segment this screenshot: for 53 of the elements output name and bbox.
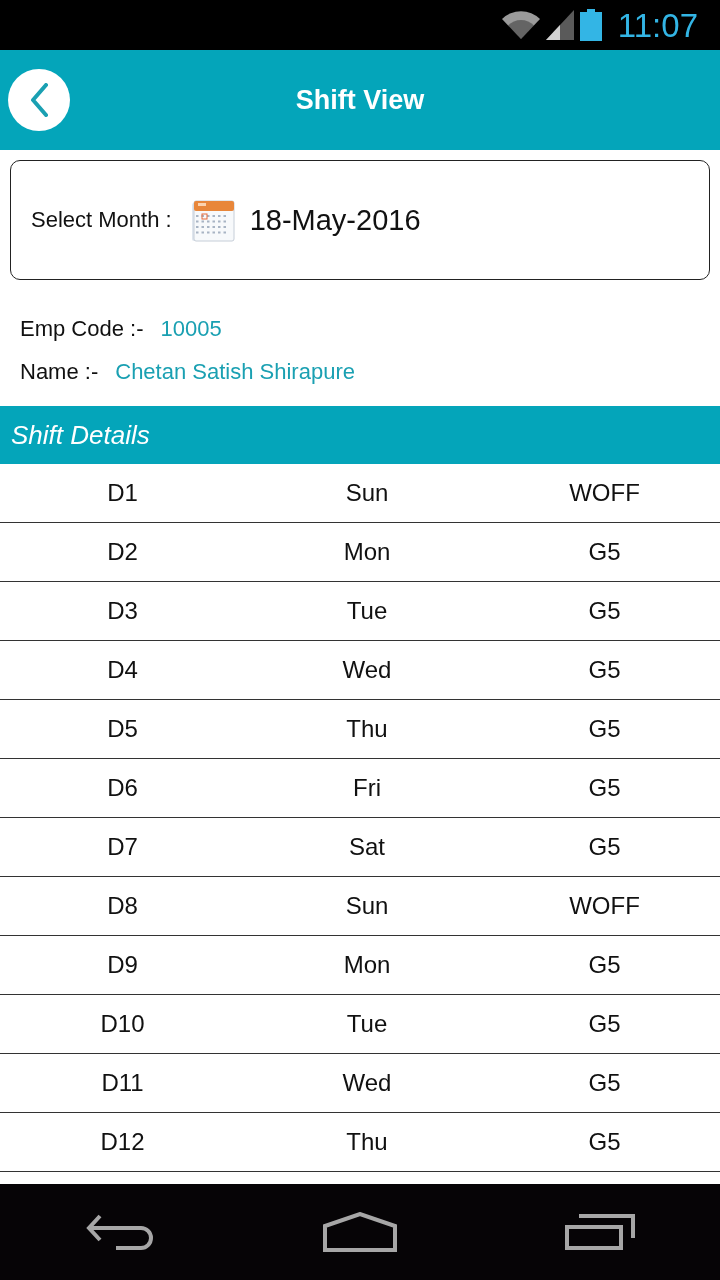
table-cell: D12 [100,1128,145,1156]
table-cell: Wed [342,656,392,684]
table-cell: Thu [346,1128,388,1156]
field-label: Name :- [20,358,99,385]
table-cell: WOFF [569,479,640,507]
table-cell: WOFF [569,892,640,920]
table-cell: D1 [107,479,138,507]
wifi-icon [501,11,540,39]
table-cell: D10 [100,1010,145,1038]
table-cell: G5 [588,1069,621,1097]
table-cell: D8 [107,892,138,920]
table-cell: G5 [588,1010,621,1038]
status-time: 11:07 [617,8,698,42]
table-cell: G5 [588,715,621,743]
table-cell: D3 [107,597,138,625]
table-cell: D2 [107,538,138,566]
home-icon[interactable] [323,1212,397,1252]
table-cell: D11 [101,1069,144,1097]
table-cell: D4 [107,656,138,684]
table-cell: D6 [107,774,138,802]
table-cell: D5 [107,715,138,743]
table-cell: Mon [343,951,391,979]
month-value[interactable]: 18-May-2016 [249,203,421,237]
screen-title: Shift View [295,84,425,116]
table-cell: D9 [107,951,138,979]
table-cell: Sun [345,892,389,920]
battery-icon [579,9,602,41]
table-cell: Tue [346,1010,388,1038]
field-value: 10005 [160,315,222,342]
table-cell: Mon [343,538,391,566]
section-header: Shift Details [0,406,720,464]
field-label: Emp Code :- [20,315,144,342]
table-cell: G5 [588,1128,621,1156]
month-label: Select Month : [31,207,172,233]
table-cell: G5 [588,833,621,861]
table-cell: G5 [588,951,621,979]
table-cell: G5 [588,597,621,625]
table-cell: G5 [588,774,621,802]
table-cell: Tue [346,597,388,625]
field-value: Chetan Satish Shirapure [115,358,355,385]
table-cell: Wed [342,1069,392,1097]
recent-apps-icon[interactable] [565,1214,635,1250]
calendar-icon [189,197,236,243]
table-cell: D7 [107,833,138,861]
signal-icon [545,10,574,40]
chevron-left-icon [30,83,48,117]
table-cell: G5 [588,538,621,566]
table-cell: G5 [588,656,621,684]
back-arrow-icon[interactable] [86,1214,154,1250]
table-cell: Sat [349,833,385,861]
table-cell: Thu [346,715,388,743]
table-cell: Sun [345,479,389,507]
table-cell: Fri [353,774,381,802]
